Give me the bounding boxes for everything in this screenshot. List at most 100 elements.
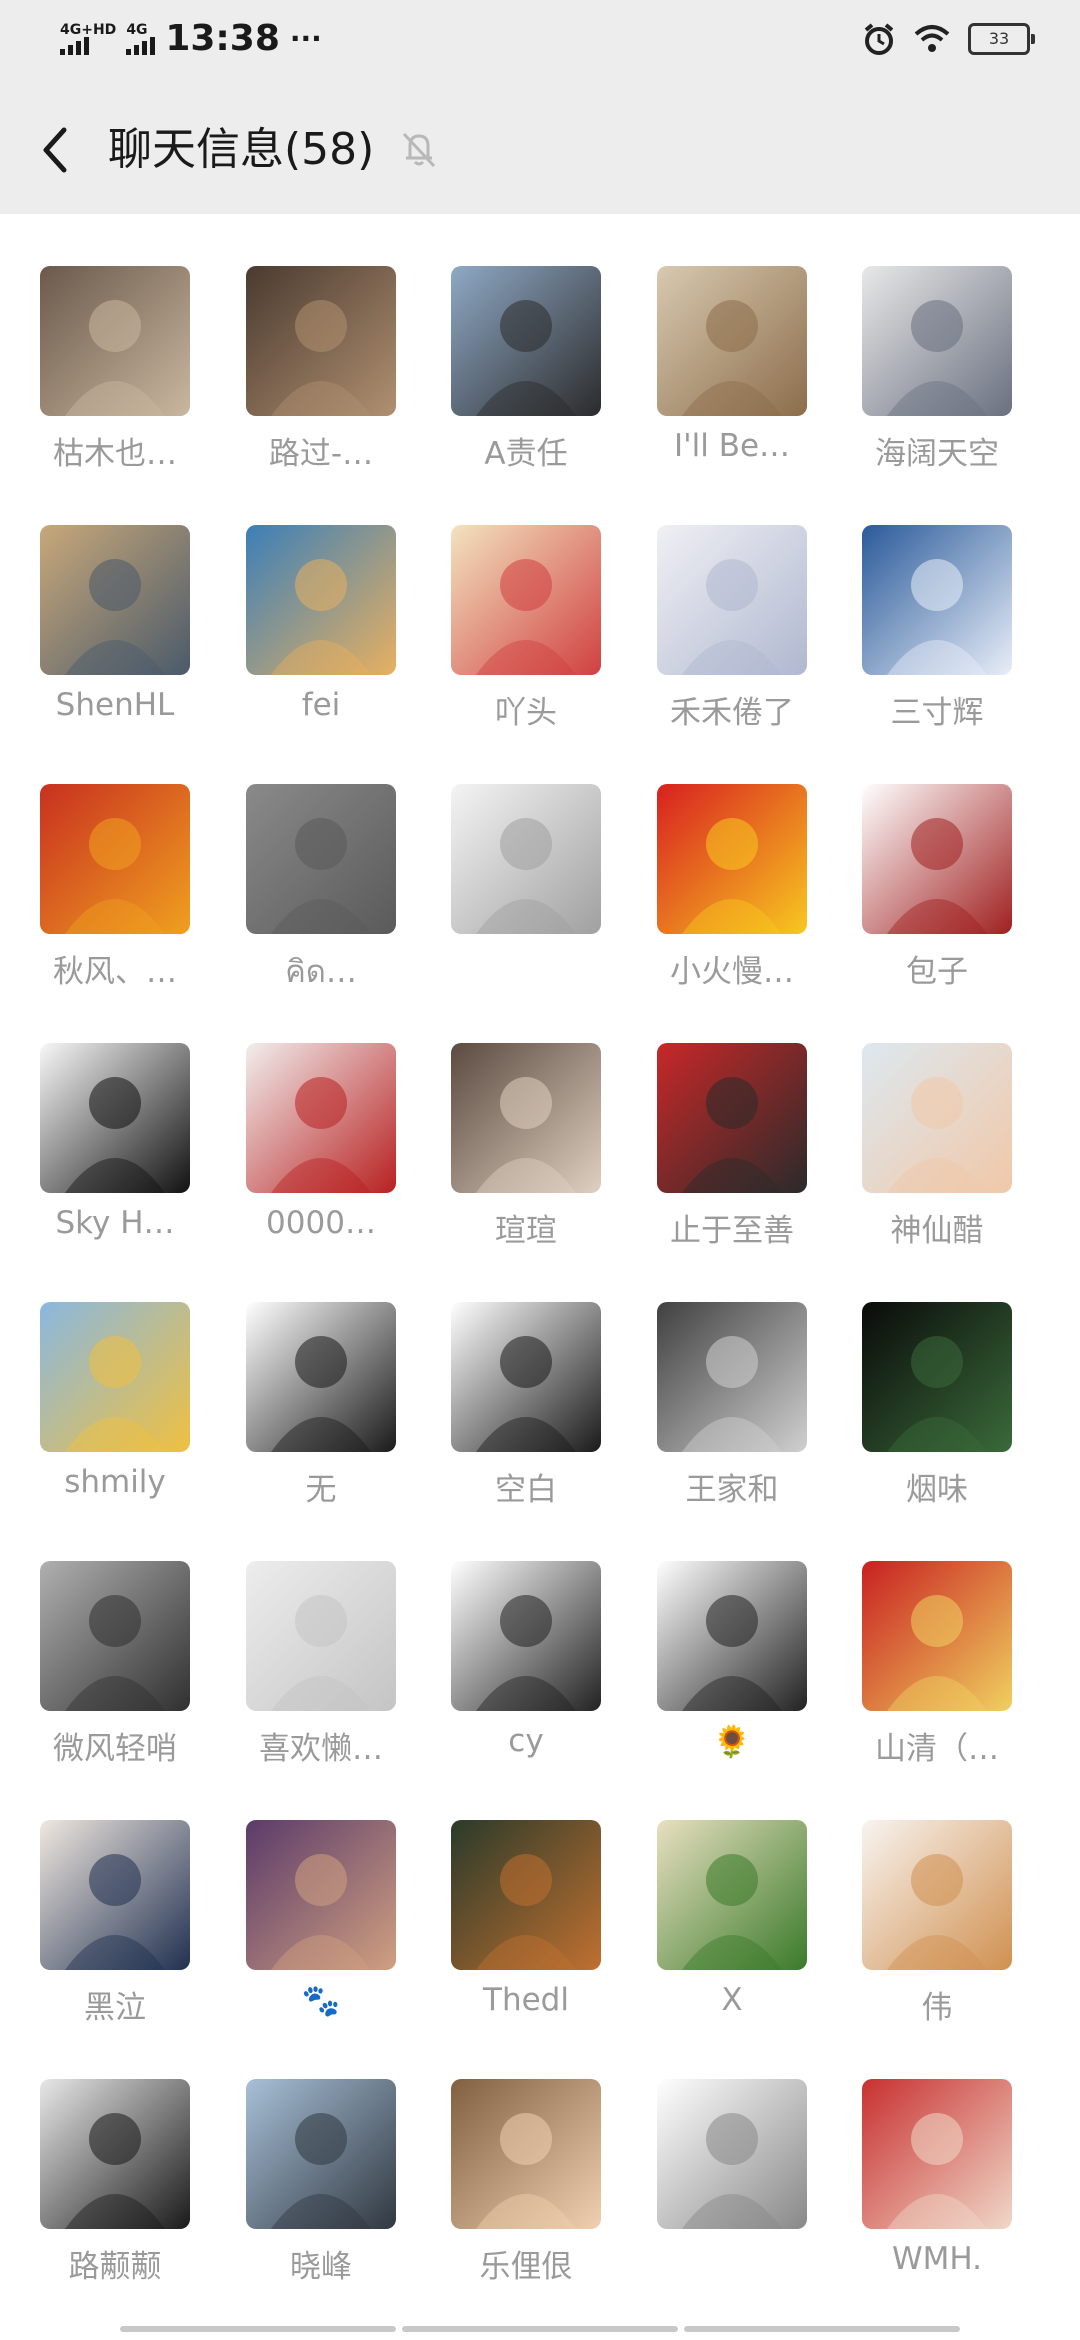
- member-item[interactable]: 吖头: [436, 525, 616, 745]
- member-avatar[interactable]: [862, 1043, 1012, 1193]
- member-item[interactable]: Sky H…: [25, 1043, 205, 1263]
- member-item[interactable]: 微风轻哨: [25, 1561, 205, 1781]
- member-avatar[interactable]: [862, 1302, 1012, 1452]
- member-avatar[interactable]: [246, 1302, 396, 1452]
- member-item[interactable]: A责任: [436, 266, 616, 486]
- member-item[interactable]: 山清（…: [847, 1561, 1027, 1781]
- member-avatar[interactable]: [451, 784, 601, 934]
- member-avatar[interactable]: [246, 1820, 396, 1970]
- member-avatar[interactable]: [862, 2079, 1012, 2229]
- member-item[interactable]: 秋风、…: [25, 784, 205, 1004]
- member-item[interactable]: 三寸辉: [847, 525, 1027, 745]
- member-item[interactable]: 神仙醋: [847, 1043, 1027, 1263]
- avatar-image: [657, 266, 807, 416]
- member-avatar[interactable]: [40, 1302, 190, 1452]
- member-avatar[interactable]: [657, 266, 807, 416]
- member-avatar[interactable]: [40, 1043, 190, 1193]
- member-item[interactable]: 🌻: [642, 1561, 822, 1781]
- avatar-image: [657, 1043, 807, 1193]
- avatar-image: [246, 1043, 396, 1193]
- member-item[interactable]: 乐俚佷: [436, 2079, 616, 2299]
- avatar-image: [40, 2079, 190, 2229]
- member-item[interactable]: 黑泣: [25, 1820, 205, 2040]
- member-avatar[interactable]: [40, 525, 190, 675]
- member-item[interactable]: fei: [231, 525, 411, 745]
- member-item[interactable]: 王家和: [642, 1302, 822, 1522]
- signal-bars-icon: [126, 36, 156, 55]
- member-item[interactable]: 🐾: [231, 1820, 411, 2040]
- avatar-image: [40, 1302, 190, 1452]
- member-item[interactable]: 晓峰: [231, 2079, 411, 2299]
- member-item[interactable]: 小火慢…: [642, 784, 822, 1004]
- member-item[interactable]: 包子: [847, 784, 1027, 1004]
- battery-level: 33: [988, 29, 1010, 48]
- member-avatar[interactable]: [657, 2079, 807, 2229]
- member-avatar[interactable]: [40, 1561, 190, 1711]
- member-name: 空白: [495, 1472, 557, 1508]
- member-avatar[interactable]: [246, 266, 396, 416]
- member-item[interactable]: Thedl: [436, 1820, 616, 2040]
- back-icon[interactable]: [34, 122, 82, 178]
- member-avatar[interactable]: [657, 525, 807, 675]
- member-item[interactable]: I'll Be…: [642, 266, 822, 486]
- member-item[interactable]: 止于至善: [642, 1043, 822, 1263]
- member-item[interactable]: cy: [436, 1561, 616, 1781]
- member-avatar[interactable]: [451, 2079, 601, 2229]
- signal-2: 4G: [126, 23, 156, 55]
- member-item[interactable]: [436, 784, 616, 1004]
- alarm-icon: [864, 23, 894, 55]
- member-avatar[interactable]: [40, 266, 190, 416]
- member-item[interactable]: 烟味: [847, 1302, 1027, 1522]
- member-avatar[interactable]: [862, 784, 1012, 934]
- member-item[interactable]: X: [642, 1820, 822, 2040]
- avatar-image: [657, 525, 807, 675]
- member-avatar[interactable]: [246, 2079, 396, 2229]
- member-item[interactable]: 0000…: [231, 1043, 411, 1263]
- member-item[interactable]: 路过-…: [231, 266, 411, 486]
- member-avatar[interactable]: [657, 784, 807, 934]
- member-avatar[interactable]: [40, 1820, 190, 1970]
- member-avatar[interactable]: [451, 1043, 601, 1193]
- member-item[interactable]: 海阔天空: [847, 266, 1027, 486]
- member-item[interactable]: 路颟颟: [25, 2079, 205, 2299]
- member-item[interactable]: ShenHL: [25, 525, 205, 745]
- member-item[interactable]: 伟: [847, 1820, 1027, 2040]
- member-name: 喜欢懒…: [259, 1731, 383, 1767]
- member-avatar[interactable]: [862, 266, 1012, 416]
- member-avatar[interactable]: [862, 1820, 1012, 1970]
- member-avatar[interactable]: [246, 1561, 396, 1711]
- member-avatar[interactable]: [451, 525, 601, 675]
- member-avatar[interactable]: [451, 1561, 601, 1711]
- member-avatar[interactable]: [657, 1302, 807, 1452]
- member-avatar[interactable]: [40, 2079, 190, 2229]
- avatar-image: [451, 784, 601, 934]
- member-avatar[interactable]: [451, 266, 601, 416]
- status-bar: 4G+HD 4G 13:38 ··· 33: [0, 0, 1080, 84]
- member-avatar[interactable]: [451, 1820, 601, 1970]
- member-item[interactable]: shmily: [25, 1302, 205, 1522]
- member-avatar[interactable]: [862, 1561, 1012, 1711]
- member-item[interactable]: WMH.: [847, 2079, 1027, 2299]
- member-avatar[interactable]: [862, 525, 1012, 675]
- member-item[interactable]: 禾禾倦了: [642, 525, 822, 745]
- member-avatar[interactable]: [657, 1561, 807, 1711]
- member-item[interactable]: 枯木也…: [25, 266, 205, 486]
- member-item[interactable]: 瑄瑄: [436, 1043, 616, 1263]
- member-item[interactable]: คิด…: [231, 784, 411, 1004]
- member-avatar[interactable]: [657, 1820, 807, 1970]
- member-avatar[interactable]: [657, 1043, 807, 1193]
- member-name: 瑄瑄: [495, 1213, 557, 1249]
- avatar-image: [862, 784, 1012, 934]
- member-avatar[interactable]: [246, 1043, 396, 1193]
- member-avatar[interactable]: [40, 784, 190, 934]
- member-name: 无: [305, 1472, 337, 1508]
- member-avatar[interactable]: [246, 525, 396, 675]
- member-name: cy: [508, 1723, 544, 1759]
- member-avatar[interactable]: [246, 784, 396, 934]
- member-avatar[interactable]: [451, 1302, 601, 1452]
- member-item[interactable]: 无: [231, 1302, 411, 1522]
- member-item[interactable]: 喜欢懒…: [231, 1561, 411, 1781]
- avatar-image: [862, 1302, 1012, 1452]
- member-item[interactable]: 空白: [436, 1302, 616, 1522]
- member-item[interactable]: [642, 2079, 822, 2299]
